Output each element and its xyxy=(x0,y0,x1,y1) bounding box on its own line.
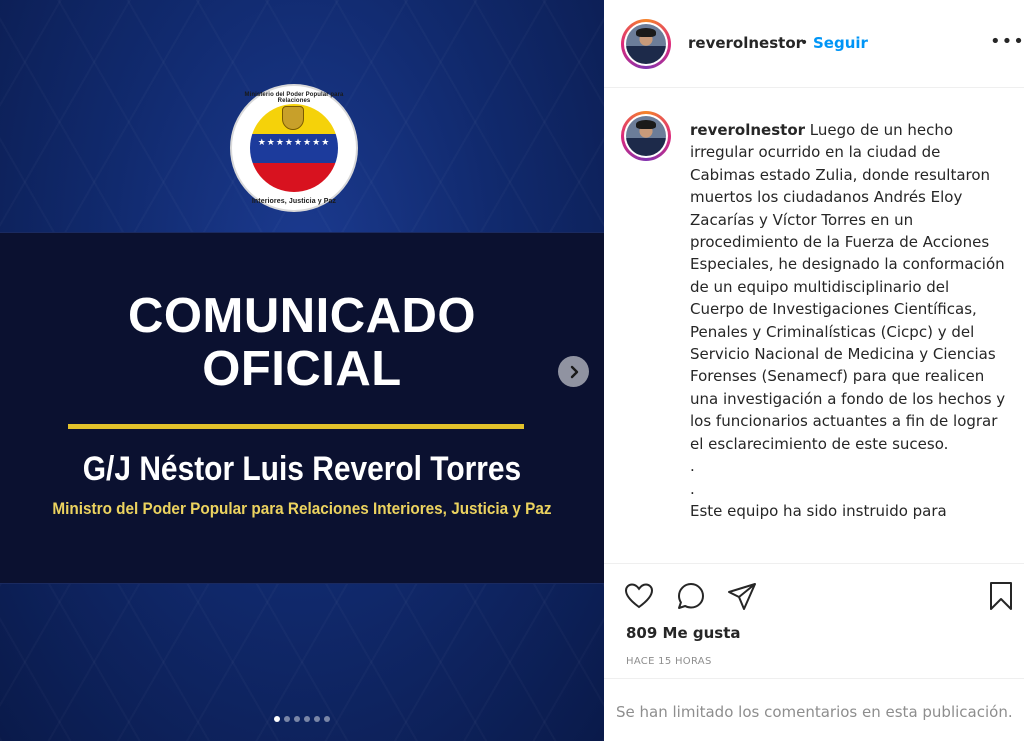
minister-name: G/J Néstor Luis Reverol Torres xyxy=(82,450,522,488)
caption-body: Luego de un hecho irregular ocurrido en … xyxy=(690,121,1006,520)
comments-limited-notice: Se han limitado los comentarios en esta … xyxy=(604,678,1024,741)
bookmark-icon[interactable] xyxy=(984,579,1018,613)
caption-avatar[interactable] xyxy=(621,111,671,161)
carousel-dot[interactable] xyxy=(284,716,290,722)
carousel-dot[interactable] xyxy=(274,716,280,722)
coat-of-arms-icon xyxy=(282,106,304,130)
flag-stars: ★★★★★★★★ xyxy=(257,137,331,148)
carousel-dot[interactable] xyxy=(314,716,320,722)
post-side-panel: reverolnestor • Seguir ••• reverolnestor… xyxy=(604,0,1024,741)
header-separator: • xyxy=(800,35,809,51)
caption-text: reverolnestor Luego de un hecho irregula… xyxy=(690,119,1008,522)
more-horizontal-icon[interactable]: ••• xyxy=(990,33,1024,51)
comment-icon[interactable] xyxy=(674,579,708,613)
post-actions: 809 Me gusta HACE 15 HORAS xyxy=(604,563,1024,678)
headline-line-1: COMUNICADO xyxy=(128,289,476,343)
seal-text-bottom: Interiores, Justicia y Paz xyxy=(251,198,337,205)
heart-icon[interactable] xyxy=(622,579,656,613)
profile-photo xyxy=(626,24,666,64)
comments-limited-text: Se han limitado los comentarios en esta … xyxy=(616,703,1013,721)
minister-role: Ministro del Poder Popular para Relacion… xyxy=(52,499,552,518)
carousel-dot[interactable] xyxy=(324,716,330,722)
share-icon[interactable] xyxy=(725,579,759,613)
likes-count[interactable]: 809 Me gusta xyxy=(626,624,741,642)
post-media[interactable]: Ministerio del Poder Popular para Relaci… xyxy=(0,0,604,741)
carousel-dots xyxy=(0,716,604,722)
profile-photo xyxy=(626,116,666,156)
follow-button[interactable]: Seguir xyxy=(813,34,868,52)
header-username[interactable]: reverolnestor xyxy=(688,34,803,52)
caption-scroll-area[interactable]: reverolnestor Luego de un hecho irregula… xyxy=(604,89,1024,563)
caption-username[interactable]: reverolnestor xyxy=(690,121,805,139)
headline-line-2: OFICIAL xyxy=(202,342,402,396)
carousel-next-button[interactable] xyxy=(558,356,589,387)
post-timestamp[interactable]: HACE 15 HORAS xyxy=(626,656,712,667)
gold-divider xyxy=(68,424,524,429)
title-band xyxy=(0,232,604,584)
seal-text-top: Ministerio del Poder Popular para Relaci… xyxy=(244,92,344,104)
carousel-dot[interactable] xyxy=(294,716,300,722)
avatar[interactable] xyxy=(621,19,671,69)
carousel-dot[interactable] xyxy=(304,716,310,722)
post-header: reverolnestor • Seguir ••• xyxy=(604,0,1024,88)
headline: COMUNICADO OFICIAL xyxy=(0,290,604,396)
ministry-seal: Ministerio del Poder Popular para Relaci… xyxy=(232,86,356,210)
chevron-right-icon xyxy=(570,365,578,378)
